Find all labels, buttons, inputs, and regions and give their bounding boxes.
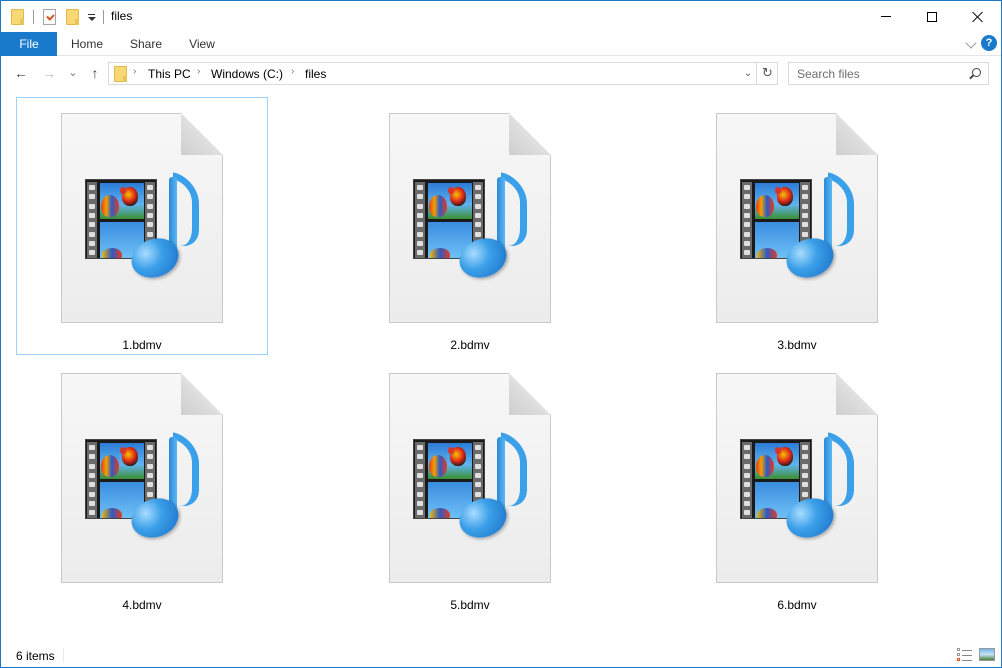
- breadcrumb-windows-c[interactable]: Windows (C:): [211, 67, 283, 81]
- title-bar: files: [1, 1, 1001, 32]
- close-icon: [972, 11, 984, 23]
- tab-share[interactable]: Share: [119, 32, 173, 56]
- music-note-icon: [780, 172, 856, 285]
- file-name: 6.bdmv: [777, 598, 817, 612]
- file-name: 3.bdmv: [777, 338, 817, 352]
- tab-file[interactable]: File: [1, 32, 57, 56]
- tab-home[interactable]: Home: [61, 32, 113, 56]
- media-icon: [85, 432, 201, 545]
- help-icon[interactable]: ?: [981, 35, 997, 51]
- toolbar-separator: [33, 10, 34, 24]
- page-fold: [509, 113, 551, 155]
- properties-icon[interactable]: [43, 9, 56, 25]
- file-item[interactable]: 6.bdmv: [671, 357, 923, 615]
- file-item[interactable]: 1.bdmv: [16, 97, 268, 355]
- page-fold: [181, 373, 223, 415]
- folder-icon: [114, 66, 127, 82]
- music-note-icon: [453, 432, 529, 545]
- bdmv-file-icon: [389, 113, 551, 323]
- folder-icon: [11, 9, 24, 25]
- expand-ribbon-chevron-icon[interactable]: [965, 37, 977, 49]
- address-dropdown-icon[interactable]: ⌄: [739, 66, 757, 82]
- page-fold: [836, 113, 878, 155]
- search-icon[interactable]: [972, 68, 981, 77]
- new-folder-icon[interactable]: [66, 9, 79, 25]
- toolbar-separator: [103, 10, 104, 24]
- quick-access-toolbar: [11, 7, 113, 27]
- breadcrumb-files[interactable]: files: [305, 67, 326, 81]
- music-note-icon: [780, 432, 856, 545]
- bdmv-file-icon: [61, 113, 223, 323]
- maximize-button[interactable]: [909, 1, 955, 32]
- status-separator: [63, 648, 64, 662]
- address-bar[interactable]: › This PC › Windows (C:) › files ⌄ ↻: [108, 62, 778, 85]
- up-button[interactable]: ↑: [86, 65, 104, 81]
- maximize-icon: [927, 11, 937, 22]
- recent-locations-button[interactable]: ⌄: [66, 65, 80, 81]
- bdmv-file-icon: [716, 113, 878, 323]
- item-count: 6 items: [16, 649, 55, 663]
- page-fold: [509, 373, 551, 415]
- breadcrumb-separator[interactable]: ›: [291, 66, 294, 77]
- refresh-icon[interactable]: ↻: [756, 62, 778, 85]
- page-fold: [836, 373, 878, 415]
- bdmv-file-icon: [61, 373, 223, 583]
- close-button[interactable]: [955, 1, 1001, 32]
- media-icon: [740, 432, 856, 545]
- file-item[interactable]: 2.bdmv: [344, 97, 596, 355]
- media-icon: [413, 432, 529, 545]
- navigation-bar: ← → ⌄ ↑ › This PC › Windows (C:) › files…: [1, 57, 1001, 89]
- large-icons-view-icon[interactable]: [979, 648, 995, 661]
- file-list-view: 1.bdmv 2.bdmv 3.bdmv 4.bdmv 5.bdmv 6.bdmv: [1, 89, 1001, 644]
- back-button[interactable]: ←: [12, 65, 30, 81]
- status-bar: 6 items: [1, 644, 1001, 667]
- ribbon-tabs: File Home Share View ?: [1, 32, 1001, 56]
- breadcrumb-separator: ›: [133, 66, 137, 77]
- breadcrumb-this-pc[interactable]: This PC: [148, 67, 191, 81]
- breadcrumb-separator[interactable]: ›: [197, 66, 200, 77]
- media-icon: [413, 172, 529, 285]
- file-name: 2.bdmv: [450, 338, 490, 352]
- customize-dropdown-icon[interactable]: [87, 11, 97, 23]
- media-icon: [740, 172, 856, 285]
- search-input[interactable]: [789, 63, 959, 84]
- forward-button[interactable]: →: [40, 65, 58, 81]
- window-title: files: [111, 9, 133, 23]
- media-icon: [85, 172, 201, 285]
- file-item[interactable]: 3.bdmv: [671, 97, 923, 355]
- file-name: 1.bdmv: [122, 338, 162, 352]
- search-box[interactable]: [788, 62, 989, 85]
- file-name: 5.bdmv: [450, 598, 490, 612]
- minimize-icon: [881, 16, 891, 17]
- minimize-button[interactable]: [863, 1, 909, 32]
- tab-view[interactable]: View: [177, 32, 227, 56]
- page-fold: [181, 113, 223, 155]
- music-note-icon: [125, 172, 201, 285]
- file-item[interactable]: 4.bdmv: [16, 357, 268, 615]
- bdmv-file-icon: [389, 373, 551, 583]
- music-note-icon: [453, 172, 529, 285]
- file-name: 4.bdmv: [122, 598, 162, 612]
- bdmv-file-icon: [716, 373, 878, 583]
- file-explorer-window: files File Home Share View ? ← → ⌄ ↑ › T…: [0, 0, 1002, 668]
- music-note-icon: [125, 432, 201, 545]
- file-item[interactable]: 5.bdmv: [344, 357, 596, 615]
- details-view-icon[interactable]: [957, 648, 972, 661]
